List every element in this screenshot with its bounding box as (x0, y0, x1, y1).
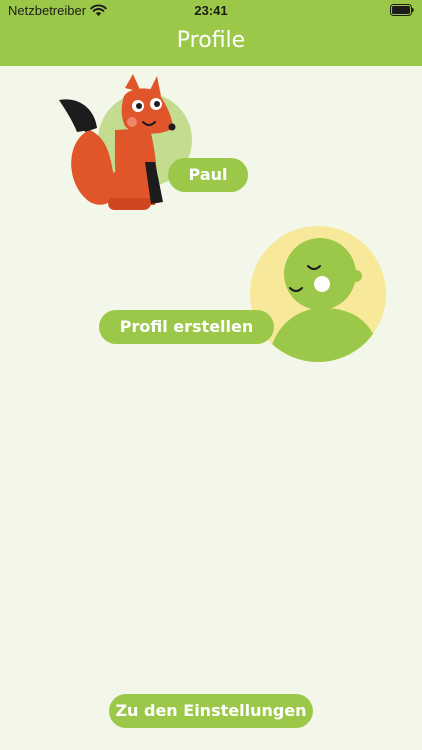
status-bar: Netzbetreiber 23:41 (0, 0, 422, 22)
battery-icon (390, 4, 414, 16)
create-profile-button[interactable]: Profil erstellen (99, 310, 274, 344)
page-title: Profile (176, 28, 246, 53)
baby-silhouette-icon[interactable] (248, 226, 388, 366)
fox-icon[interactable] (55, 70, 195, 215)
app-header: Netzbetreiber 23:41 Profile (0, 0, 422, 66)
settings-button[interactable]: Zu den Einstellungen (109, 694, 313, 728)
status-time: 23:41 (194, 3, 228, 18)
profile-button-paul[interactable]: Paul (168, 158, 248, 192)
